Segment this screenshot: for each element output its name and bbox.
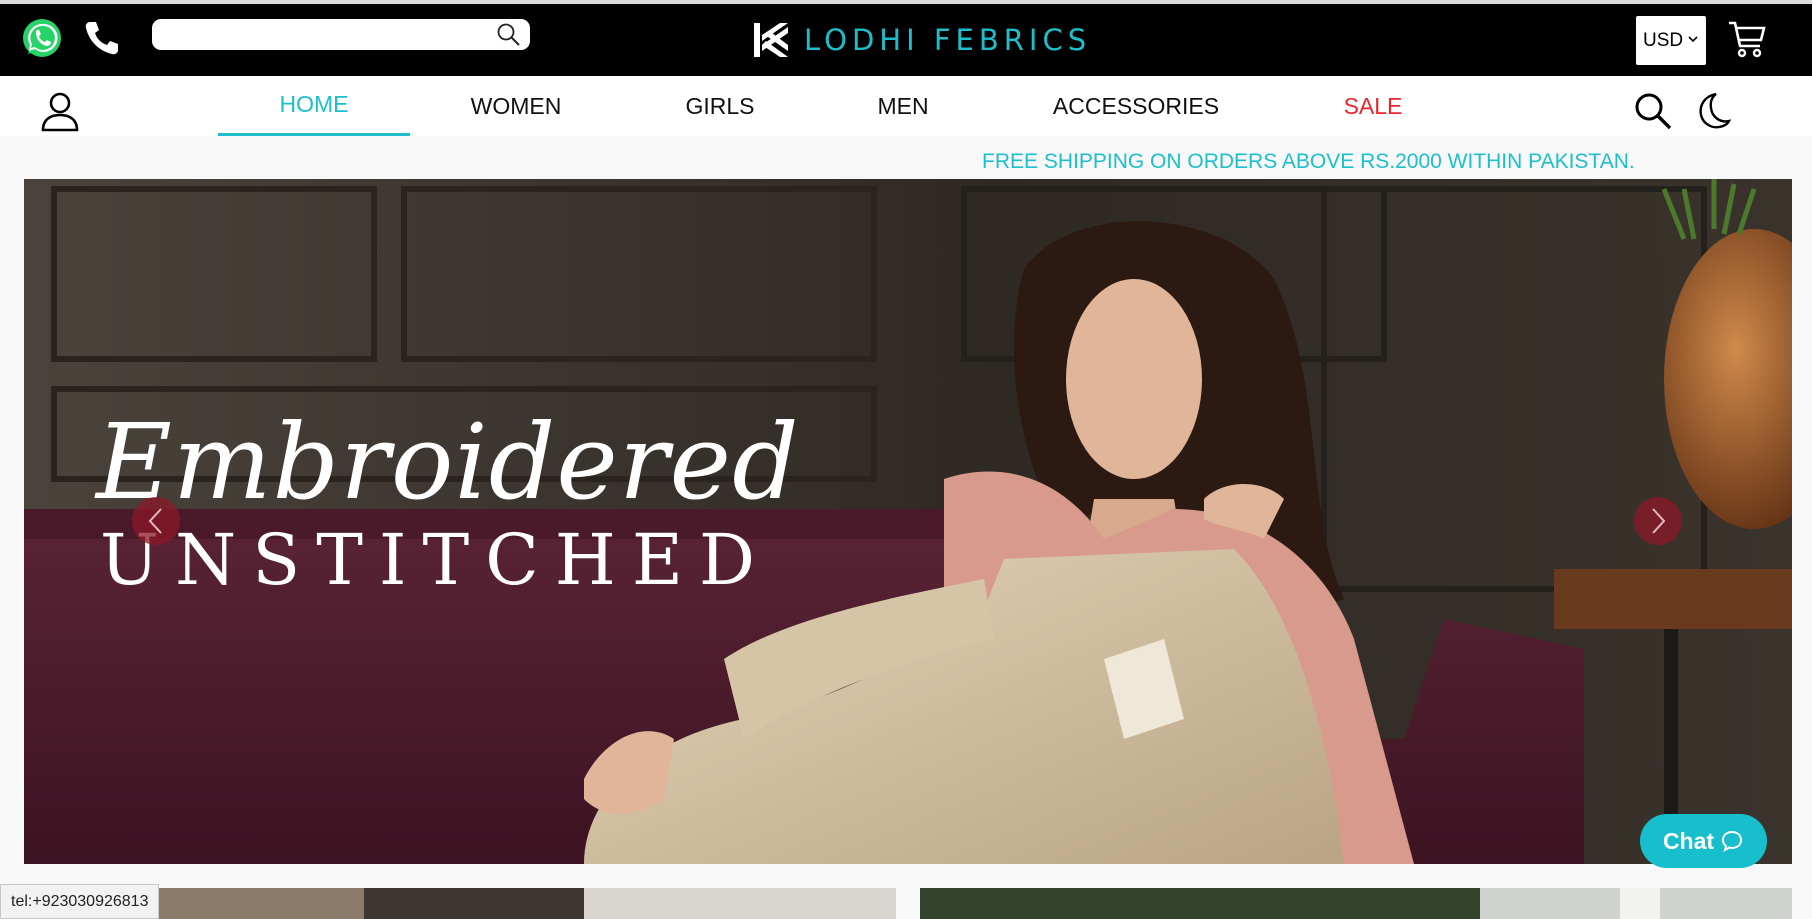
header-search-input[interactable] [152, 19, 482, 50]
nav-sale[interactable]: SALE [1276, 76, 1470, 136]
chat-bubble-icon [1722, 830, 1743, 852]
header-search-bar [152, 19, 530, 50]
nav-men[interactable]: MEN [806, 76, 1000, 136]
search-icon[interactable] [1632, 90, 1674, 132]
browser-status-link: tel:+923030926813 [0, 884, 160, 919]
brand-name: LODHI FEBRICS [804, 23, 1092, 57]
chevron-down-icon [1687, 33, 1699, 48]
category-banner-2-image [920, 888, 1792, 919]
slider-next-button[interactable] [1634, 497, 1682, 545]
top-header: LODHI FEBRICS USD [0, 4, 1812, 76]
moon-icon[interactable] [1690, 90, 1732, 132]
slider-prev-button[interactable] [132, 497, 180, 545]
hero-headline-caps: UNSTITCHED [100, 519, 772, 601]
chat-label: Chat [1662, 827, 1715, 854]
search-icon[interactable] [496, 22, 522, 48]
nav-girls[interactable]: GIRLS [624, 76, 816, 136]
main-nav: HOME WOMEN GIRLS MEN ACCESSORIES SALE [0, 76, 1812, 136]
whatsapp-icon[interactable] [20, 16, 64, 60]
currency-value: USD [1643, 29, 1684, 51]
phone-icon[interactable] [82, 18, 122, 58]
hero-headline-script: Embroidered [96, 401, 800, 523]
nav-accessories[interactable]: ACCESSORIES [1020, 76, 1252, 136]
category-banner-2[interactable] [920, 888, 1792, 919]
currency-select[interactable]: USD [1636, 16, 1706, 65]
brand-logo[interactable]: LODHI FEBRICS [752, 20, 1091, 60]
cart-icon[interactable] [1726, 18, 1768, 60]
chevron-right-icon [1652, 508, 1666, 534]
user-icon[interactable] [38, 90, 82, 134]
nav-home[interactable]: HOME [218, 76, 410, 136]
chat-button[interactable]: Chat [1640, 814, 1767, 868]
logo-mark-icon [752, 21, 790, 59]
hero-slider[interactable]: Embroidered UNSTITCHED [24, 179, 1792, 864]
chevron-left-icon [148, 508, 162, 534]
announcement-marquee: FREE SHIPPING ON ORDERS ABOVE RS.2000 WI… [982, 150, 1635, 173]
nav-women[interactable]: WOMEN [420, 76, 612, 136]
